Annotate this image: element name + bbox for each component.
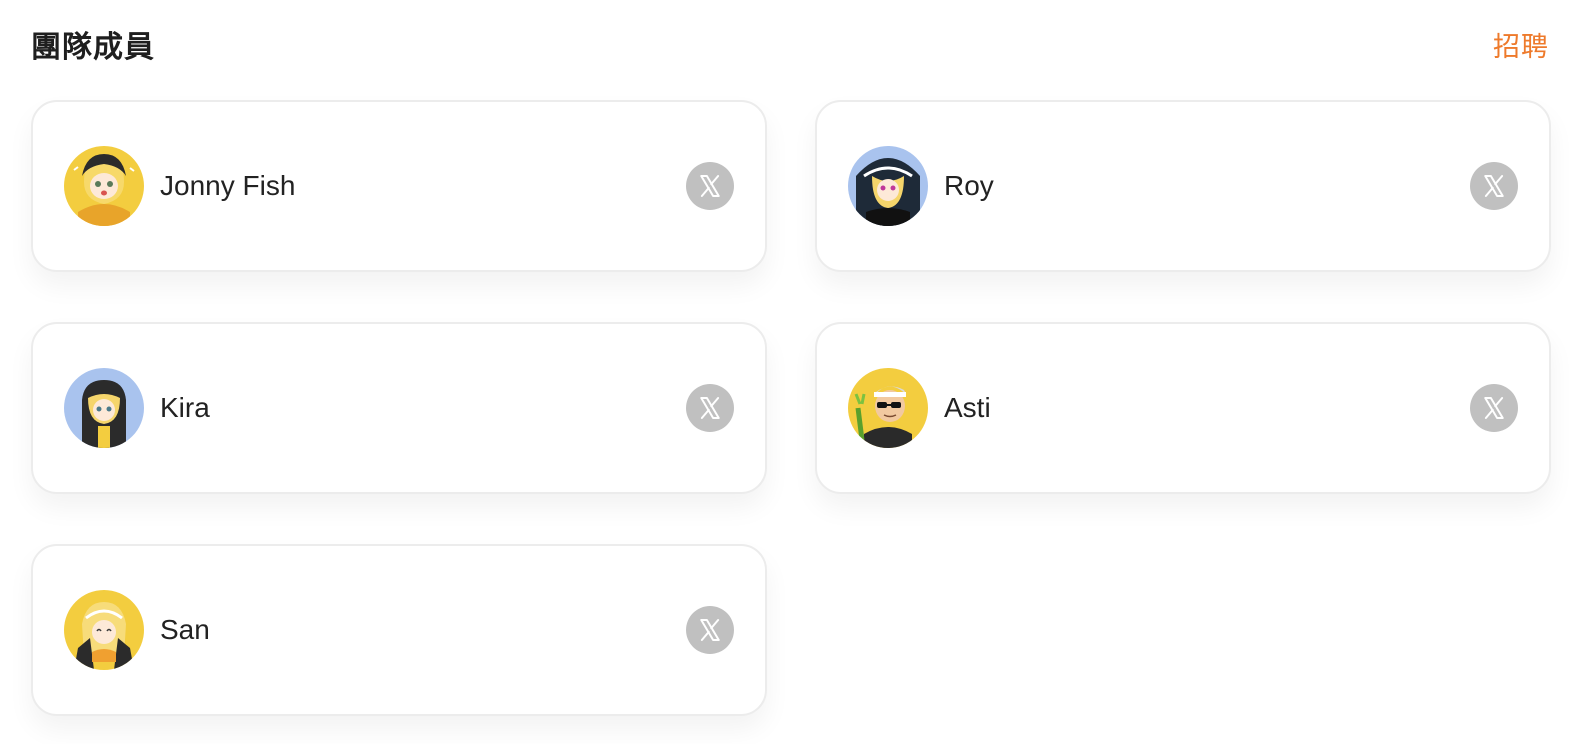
x-logo-icon <box>700 397 720 419</box>
x-profile-button[interactable] <box>686 606 734 654</box>
recruit-link[interactable]: 招聘 <box>1493 25 1549 64</box>
x-logo-icon <box>1484 175 1504 197</box>
avatar-asti-illustration <box>848 368 928 448</box>
member-card: Roy <box>815 100 1551 272</box>
section-header: 團隊成員 招聘 <box>31 20 1549 68</box>
member-name: Roy <box>944 170 994 201</box>
avatar-jonny-fish-illustration <box>64 146 144 226</box>
x-profile-button[interactable] <box>686 162 734 210</box>
x-logo-icon <box>700 175 720 197</box>
x-profile-button[interactable] <box>1470 384 1518 432</box>
avatar-san-illustration <box>64 590 144 670</box>
avatar-roy-illustration <box>848 146 928 226</box>
member-card: Kira <box>31 322 767 494</box>
avatar <box>64 146 144 226</box>
x-logo-icon <box>1484 397 1504 419</box>
x-profile-button[interactable] <box>686 384 734 432</box>
member-name: Kira <box>160 392 210 423</box>
avatar <box>848 368 928 448</box>
member-name: San <box>160 614 210 645</box>
x-logo-icon <box>700 619 720 641</box>
member-card: Jonny Fish <box>31 100 767 272</box>
member-card: San <box>31 544 767 716</box>
x-profile-button[interactable] <box>1470 162 1518 210</box>
member-card: Asti <box>815 322 1551 494</box>
member-name: Jonny Fish <box>160 170 296 201</box>
avatar <box>64 368 144 448</box>
member-name: Asti <box>944 392 991 423</box>
team-member-grid: Jonny Fish Roy Kira Asti San <box>31 100 1551 716</box>
page-title: 團隊成員 <box>31 30 155 65</box>
avatar-kira-illustration <box>64 368 144 448</box>
avatar <box>848 146 928 226</box>
avatar <box>64 590 144 670</box>
